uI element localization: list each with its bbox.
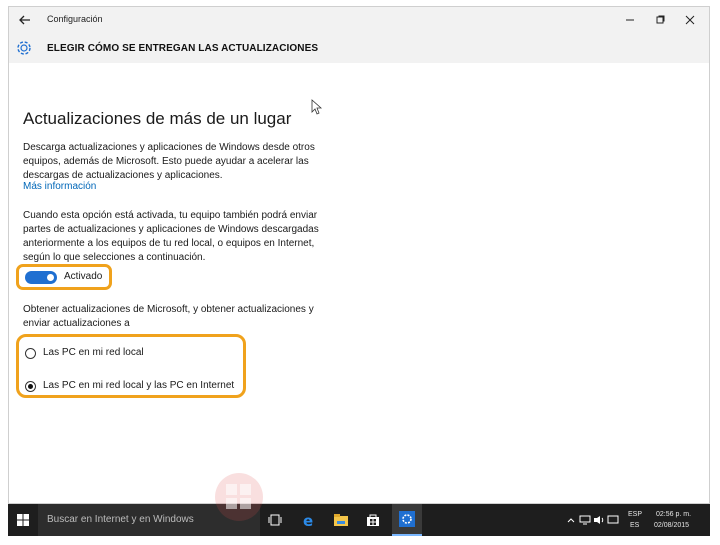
page-header: ELEGIR CÓMO SE ENTREGAN LAS ACTUALIZACIO…	[9, 33, 709, 63]
file-explorer-icon[interactable]	[326, 504, 356, 536]
tray-chevron-icon[interactable]	[564, 504, 578, 536]
page-title: ELEGIR CÓMO SE ENTREGAN LAS ACTUALIZACIO…	[47, 43, 319, 54]
settings-content: Actualizaciones de más de un lugar Desca…	[9, 63, 709, 503]
store-icon[interactable]	[358, 504, 388, 536]
description-line: equipos, además de Microsoft. Esto puede…	[23, 156, 309, 167]
radio-group-highlight: Las PC en mi red local Las PC en mi red …	[16, 334, 246, 398]
edge-icon[interactable]: e	[294, 504, 324, 536]
clock-time[interactable]: 02:56 p. m.	[656, 510, 691, 519]
explain-line: Cuando esta opción está activada, tu equ…	[23, 210, 318, 221]
notification-icon[interactable]	[606, 504, 620, 536]
svg-text:e: e	[303, 512, 313, 528]
delivery-toggle-switch[interactable]	[25, 271, 57, 284]
watermark-logo-icon	[215, 473, 263, 521]
search-placeholder: Buscar en Internet y en Windows	[47, 514, 194, 525]
taskbar: Buscar en Internet y en Windows e ESP ES…	[8, 504, 710, 536]
toggle-highlight: Activado	[16, 264, 112, 290]
gear-icon	[14, 38, 34, 58]
mouse-cursor-icon	[311, 99, 323, 115]
explain-line: anteriormente a los equipos de tu red lo…	[23, 238, 315, 249]
maximize-icon[interactable]	[645, 7, 675, 33]
section-heading: Actualizaciones de más de un lugar	[23, 109, 292, 128]
obtain-line: Obtener actualizaciones de Microsoft, y …	[23, 304, 314, 315]
close-icon[interactable]	[675, 7, 705, 33]
settings-icon[interactable]	[392, 504, 422, 536]
radio-label-local-network: Las PC en mi red local	[43, 347, 144, 358]
back-arrow-icon[interactable]	[13, 7, 37, 33]
toggle-knob	[47, 274, 54, 281]
keyboard-layout: ES	[630, 522, 640, 529]
windows-start-icon[interactable]	[8, 504, 38, 536]
description-line: Descarga actualizaciones y aplicaciones …	[23, 142, 315, 153]
more-info-link[interactable]: Más información	[23, 181, 96, 192]
minimize-icon[interactable]	[615, 7, 645, 33]
settings-window: Configuración ELEGIR CÓMO SE ENTREGAN LA…	[8, 6, 710, 504]
clock-date: 02/08/2015	[654, 522, 690, 529]
language-indicator[interactable]: ESP	[628, 510, 642, 519]
radio-local-network[interactable]	[25, 348, 36, 359]
radio-local-and-internet[interactable]	[25, 381, 36, 392]
explain-line: partes de actualizaciones y aplicaciones…	[23, 224, 319, 235]
obtain-line: enviar actualizaciones a	[23, 318, 130, 329]
radio-label-local-and-internet: Las PC en mi red local y las PC en Inter…	[43, 380, 235, 391]
toggle-label: Activado	[64, 271, 103, 282]
window-title: Configuración	[47, 14, 103, 24]
network-icon[interactable]	[578, 504, 592, 536]
title-bar: Configuración	[9, 7, 709, 33]
explain-line: según lo que selecciones a continuación.	[23, 252, 206, 263]
volume-icon[interactable]	[592, 504, 606, 536]
